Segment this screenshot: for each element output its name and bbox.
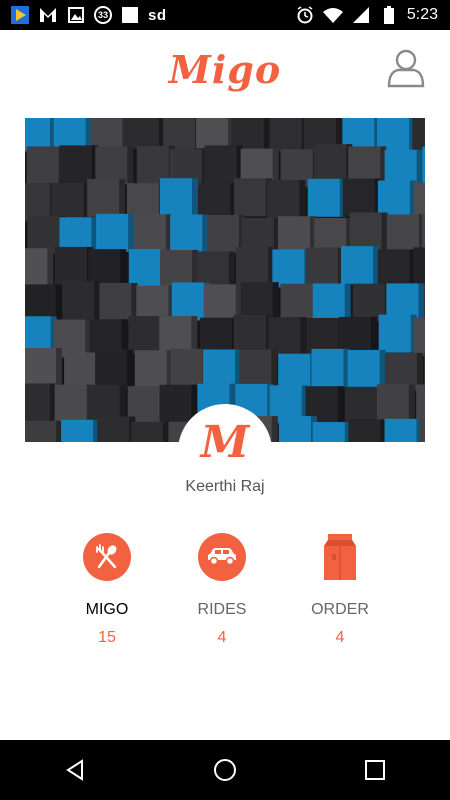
stat-count-rides: 4: [217, 629, 227, 646]
notification-count-badge: 33: [94, 6, 112, 24]
recents-icon: [365, 760, 385, 780]
alarm-icon: [295, 5, 315, 25]
stat-count-migo: 15: [98, 629, 116, 646]
back-button[interactable]: [55, 750, 95, 790]
fork-spoon-icon: [83, 533, 131, 581]
person-icon: [387, 49, 425, 88]
stat-label-order: ORDER: [311, 601, 369, 618]
app-header: Migo: [0, 30, 450, 108]
battery-icon: [379, 5, 399, 25]
back-icon: [66, 759, 83, 781]
avatar-logo-mark: M: [200, 416, 250, 468]
stat-rides[interactable]: RIDES 4: [157, 533, 287, 647]
recents-button[interactable]: [355, 750, 395, 790]
play-store-icon: [10, 5, 30, 25]
mail-icon: [38, 5, 58, 25]
stat-migo[interactable]: MIGO 15: [42, 533, 172, 647]
bag-icon: [316, 533, 364, 581]
signal-icon: [351, 5, 371, 25]
status-bar: 33 sd 5:23: [0, 0, 450, 30]
square-icon: [120, 5, 140, 25]
profile-button[interactable]: [384, 46, 428, 90]
wifi-icon: [322, 5, 343, 25]
status-time: 5:23: [406, 6, 438, 23]
carrier-text: sd: [148, 6, 167, 24]
cover-overlay: [25, 118, 425, 442]
image-icon: [66, 5, 86, 25]
car-icon: [198, 533, 246, 581]
stat-count-order: 4: [335, 629, 345, 646]
app-logo: Migo: [168, 46, 282, 92]
home-icon: [214, 759, 236, 781]
cover-cubes-pattern: [25, 118, 425, 442]
stat-label-migo: MIGO: [85, 601, 129, 618]
user-name: Keerthi Raj: [185, 478, 265, 495]
stat-order[interactable]: ORDER 4: [275, 533, 405, 647]
stat-label-rides: RIDES: [197, 601, 247, 618]
system-nav-bar: [0, 740, 450, 800]
cover-image: [25, 118, 425, 442]
home-button[interactable]: [205, 750, 245, 790]
